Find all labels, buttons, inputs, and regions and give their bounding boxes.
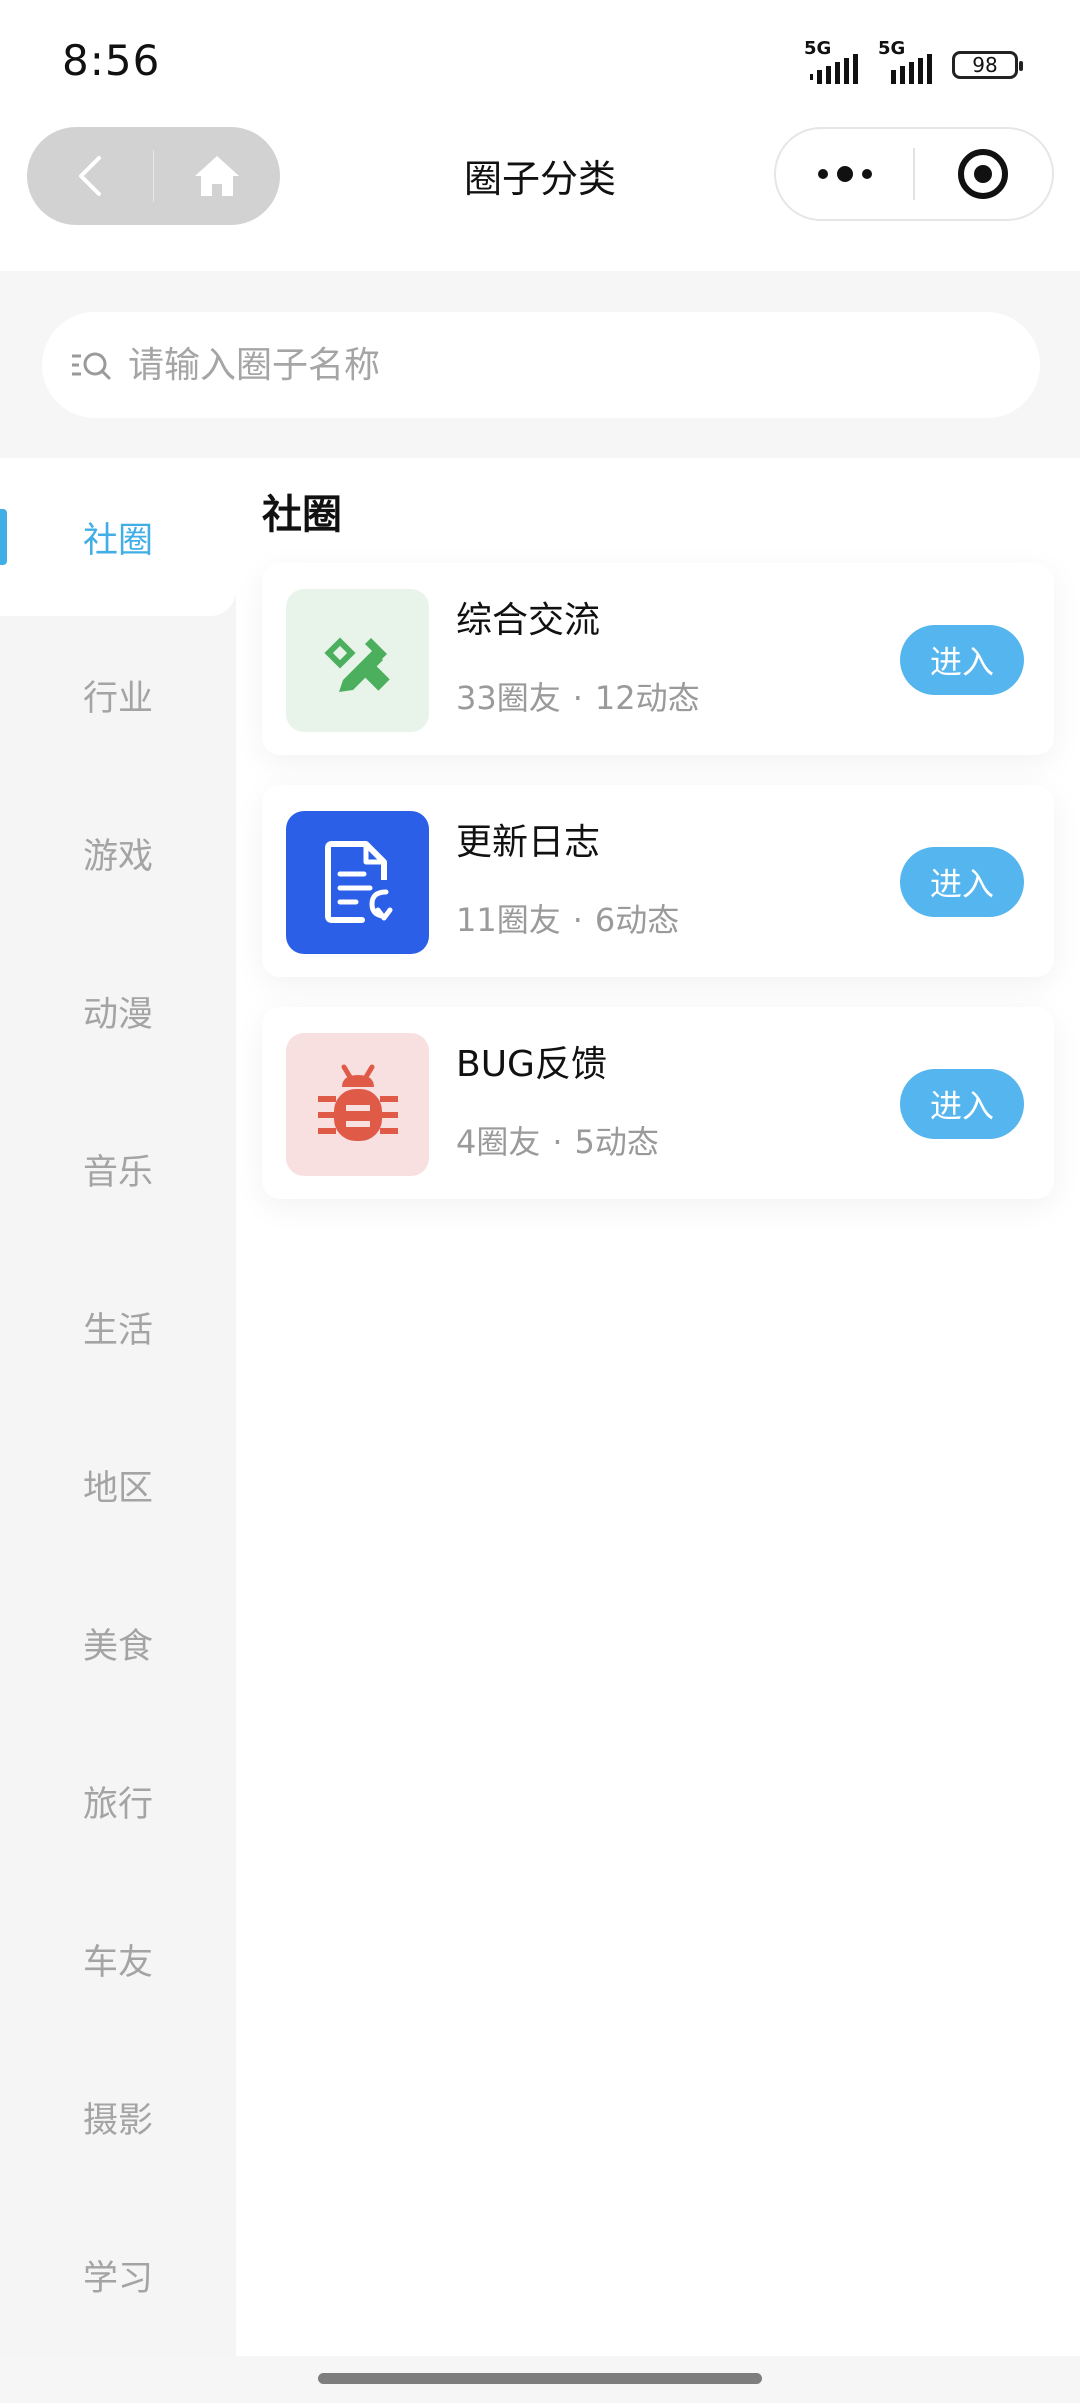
document-edit-icon <box>324 840 392 923</box>
sidebar-item-lvxing[interactable]: 旅行 <box>0 1722 236 1880</box>
sidebar-item-label: 游戏 <box>82 836 153 877</box>
sidebar-item-label: 车友 <box>82 1942 153 1983</box>
search-input[interactable] <box>126 343 990 387</box>
bug-icon <box>317 1064 398 1141</box>
circle-stats: 4圈友 · 5动态 <box>456 1117 659 1163</box>
sidebar-item-label: 社圈 <box>82 520 153 561</box>
circle-stats: 33圈友 · 12动态 <box>456 673 700 719</box>
sidebar-item-meishi[interactable]: 美食 <box>0 1564 236 1722</box>
sidebar-item-shenghuo[interactable]: 生活 <box>0 1248 236 1406</box>
member-count: 33圈友 <box>456 679 561 717</box>
sidebar-item-label: 摄影 <box>82 2100 153 2141</box>
sidebar-item-cheyou[interactable]: 车友 <box>0 1880 236 2038</box>
post-count: 5动态 <box>574 1123 659 1161</box>
sidebar-item-label: 学习 <box>82 2258 153 2299</box>
close-miniprogram-button[interactable] <box>915 129 1052 219</box>
search-bar[interactable] <box>42 312 1040 418</box>
pencil-ruler-icon <box>323 636 390 692</box>
battery-level: 98 <box>972 53 998 77</box>
signal-5g-icon: 5G <box>804 38 868 86</box>
separator-dot: · <box>572 679 583 717</box>
sidebar-item-label: 音乐 <box>82 1152 153 1193</box>
post-count: 12动态 <box>594 679 700 717</box>
circle-thumbnail <box>286 589 429 732</box>
member-count: 4圈友 <box>456 1123 541 1161</box>
top-bar: 8:56 5G 5G 98 圈子分类 <box>0 0 1080 271</box>
circle-name: 综合交流 <box>456 600 601 641</box>
sidebar-item-label: 行业 <box>82 678 153 719</box>
status-icons: 5G 5G 98 <box>804 38 1023 90</box>
circle-thumbnail <box>286 1033 429 1176</box>
category-sidebar: 社圈 行业 游戏 动漫 音乐 生活 地区 美食 旅行 车友 摄影 学习 <box>0 458 236 2356</box>
circle-card[interactable]: BUG反馈 4圈友 · 5动态 进入 <box>262 1007 1054 1199</box>
post-count: 6动态 <box>594 901 680 939</box>
sidebar-item-xuexi[interactable]: 学习 <box>0 2196 236 2354</box>
nav-right-capsule <box>774 127 1054 221</box>
more-dots-icon <box>817 166 872 182</box>
sidebar-item-shequan[interactable]: 社圈 <box>0 458 236 616</box>
search-list-icon <box>72 352 111 380</box>
circle-name: 更新日志 <box>456 822 601 863</box>
circle-card[interactable]: 更新日志 11圈友 · 6动态 进入 <box>262 785 1054 977</box>
sidebar-item-diqu[interactable]: 地区 <box>0 1406 236 1564</box>
status-time: 8:56 <box>62 36 161 85</box>
circle-name: BUG反馈 <box>456 1044 607 1085</box>
target-close-icon <box>958 149 1009 199</box>
member-count: 11圈友 <box>456 901 561 939</box>
more-button[interactable] <box>776 129 913 219</box>
enter-button[interactable]: 进入 <box>900 847 1024 917</box>
sidebar-item-label: 生活 <box>82 1310 153 1351</box>
sidebar-item-yinyue[interactable]: 音乐 <box>0 1090 236 1248</box>
sidebar-item-sheying[interactable]: 摄影 <box>0 2038 236 2196</box>
sidebar-item-label: 旅行 <box>82 1784 153 1825</box>
sidebar-item-youxi[interactable]: 游戏 <box>0 774 236 932</box>
enter-button[interactable]: 进入 <box>900 1069 1024 1139</box>
sidebar-item-hangye[interactable]: 行业 <box>0 616 236 774</box>
circle-stats: 11圈友 · 6动态 <box>456 895 679 941</box>
enter-button[interactable]: 进入 <box>900 625 1024 695</box>
battery-icon: 98 <box>952 51 1023 79</box>
sidebar-item-label: 动漫 <box>82 994 153 1035</box>
separator-dot: · <box>552 1123 563 1161</box>
signal-5g-icon: 5G <box>878 38 942 86</box>
section-title: 社圈 <box>262 492 342 538</box>
separator-dot: · <box>572 901 583 939</box>
circle-thumbnail <box>286 811 429 954</box>
sidebar-item-dongman[interactable]: 动漫 <box>0 932 236 1090</box>
home-indicator[interactable] <box>318 2373 762 2384</box>
sidebar-item-label: 地区 <box>82 1468 153 1509</box>
circle-card[interactable]: 综合交流 33圈友 · 12动态 进入 <box>262 563 1054 755</box>
sidebar-item-label: 美食 <box>82 1626 153 1667</box>
